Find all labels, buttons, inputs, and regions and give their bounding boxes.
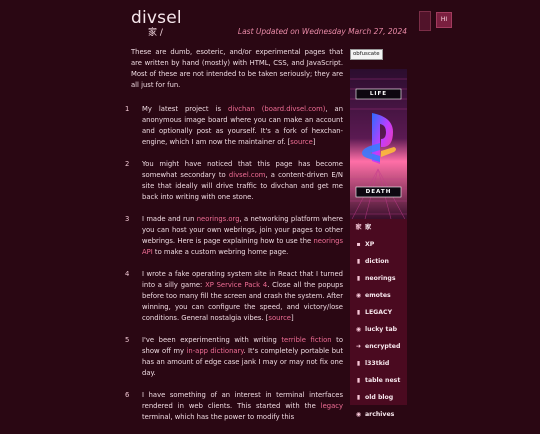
hero-top-text: LIFE xyxy=(369,91,388,97)
book-icon: ▮ xyxy=(356,258,361,265)
item-text: to make a custom webring home page. xyxy=(152,248,289,256)
nav-label: lucky tab xyxy=(365,326,398,333)
nav-item-table-nest[interactable]: ▮ table nest xyxy=(350,372,407,389)
nav-label: archives xyxy=(365,411,395,418)
hero-image: LIFE DEATH xyxy=(350,69,407,223)
item-text: ] xyxy=(312,138,316,146)
book-icon: ▮ xyxy=(356,377,361,384)
book-icon: ▮ xyxy=(356,394,361,401)
item-text: I have something of an interest in termi… xyxy=(142,391,343,410)
nav-label: l33tkid xyxy=(365,360,390,367)
theme-toggle-button[interactable] xyxy=(419,11,431,31)
emote-icon: ◉ xyxy=(355,411,362,418)
house-icon: 家 xyxy=(355,224,362,231)
item-text: I made and run xyxy=(142,215,197,223)
main-content: These are dumb, esoteric, and/or experim… xyxy=(125,47,343,434)
list-number: 2 xyxy=(125,160,130,168)
nav-item-neorings[interactable]: ▮ neorings xyxy=(350,270,407,287)
nav-label: XP xyxy=(365,241,375,248)
list-item: 5 I've been experimenting with writing t… xyxy=(125,335,343,379)
hero-bottom-text: DEATH xyxy=(365,189,392,195)
nav-label: neorings xyxy=(365,275,396,282)
nav-label: table nest xyxy=(365,377,401,384)
source-link[interactable]: source xyxy=(268,314,291,322)
item-text: ] xyxy=(291,314,294,322)
item-text: terminal, which has the power to modify … xyxy=(142,413,295,421)
last-updated-text: Last Updated on Wednesday March 27, 2024 xyxy=(237,27,407,36)
nav-label: LEGACY xyxy=(365,309,393,316)
nav-label: old blog xyxy=(365,394,394,401)
list-number: 4 xyxy=(125,270,130,278)
intro-paragraph: These are dumb, esoteric, and/or experim… xyxy=(131,48,343,89)
corner-button[interactable]: HI xyxy=(436,12,452,28)
list-number: 1 xyxy=(125,105,130,113)
book-icon: ▮ xyxy=(356,360,361,367)
divsel-link[interactable]: divsel.com xyxy=(229,171,266,179)
list-number: 3 xyxy=(125,215,130,223)
neorings-link[interactable]: neorings.org xyxy=(197,215,240,223)
list-item: 4 I wrote a fake operating system site i… xyxy=(125,269,343,324)
site-header: divsel 家 / Last Updated on Wednesday Mar… xyxy=(0,0,540,40)
source-link[interactable]: source xyxy=(290,138,313,146)
nav-item-lucky-tab[interactable]: ◉ lucky tab xyxy=(350,321,407,338)
list-number: 5 xyxy=(125,336,130,344)
nav-item-legacy[interactable]: ▮ LEGACY xyxy=(350,304,407,321)
item-text: My latest project is xyxy=(142,105,229,113)
xp-icon: ▪ xyxy=(356,241,361,248)
nav-item-emotes[interactable]: ◉ emotes xyxy=(350,287,407,304)
xp-service-pack-link[interactable]: XP Service Pack 4 xyxy=(205,281,267,289)
nav-label: diction xyxy=(365,258,389,265)
list-item: 3 I made and run neorings.org, a network… xyxy=(125,214,343,258)
nav-item-encrypted[interactable]: ➜ encrypted xyxy=(350,338,407,355)
nav-item-diction[interactable]: ▮ diction xyxy=(350,253,407,270)
terrible-fiction-link[interactable]: terrible fiction xyxy=(281,336,331,344)
nav-item-l33tkid[interactable]: ▮ l33tkid xyxy=(350,355,407,372)
item-text: I've been experimenting with writing xyxy=(142,336,282,344)
nav-panel: 家 家 ▪ XP ▮ diction ▮ neorings ◉ emotes ▮… xyxy=(350,219,407,418)
nav-item-home[interactable]: 家 家 xyxy=(350,219,407,236)
divchan-link[interactable]: divchan (board.divsel.com) xyxy=(228,105,325,113)
in-app-dictionary-link[interactable]: in-app dictionary xyxy=(187,347,244,355)
nav-label: 家 xyxy=(365,224,372,231)
nav-label: encrypted xyxy=(365,343,401,350)
obfuscate-button[interactable]: obfuscate xyxy=(350,49,383,60)
list-item: 1 My latest project is divchan (board.di… xyxy=(125,104,343,148)
nav-item-old-blog[interactable]: ▮ old blog xyxy=(350,389,407,406)
arrow-icon: ➜ xyxy=(355,343,362,350)
list-number: 6 xyxy=(125,391,130,399)
breadcrumb[interactable]: 家 / xyxy=(148,25,163,38)
legacy-link[interactable]: legacy xyxy=(321,402,343,410)
list-item: 6 I have something of an interest in ter… xyxy=(125,390,343,423)
book-icon: ▮ xyxy=(356,275,361,282)
emote-icon: ◉ xyxy=(355,326,362,333)
nav-label: emotes xyxy=(365,292,391,299)
book-icon: ▮ xyxy=(356,309,361,316)
list-item: 2 You might have noticed that this page … xyxy=(125,159,343,203)
nav-item-archives[interactable]: ◉ archives xyxy=(350,406,407,423)
nav-item-xp[interactable]: ▪ XP xyxy=(350,236,407,253)
emote-icon: ◉ xyxy=(355,292,362,299)
